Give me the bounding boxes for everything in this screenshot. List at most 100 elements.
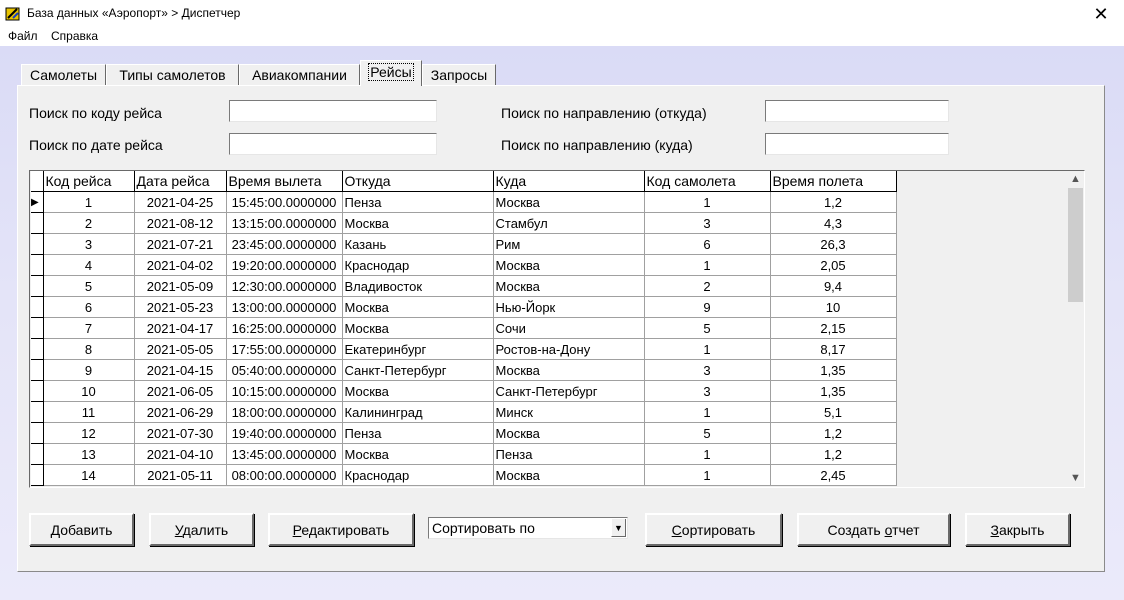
tab-aircraft[interactable]: Самолеты bbox=[21, 64, 106, 85]
table-cell[interactable]: 8,17 bbox=[770, 338, 897, 360]
search-date-input[interactable] bbox=[229, 133, 437, 155]
table-cell[interactable]: 08:00:00.0000000 bbox=[226, 464, 343, 486]
table-cell[interactable]: 10 bbox=[770, 296, 897, 318]
table-cell[interactable]: 2021-07-21 bbox=[134, 233, 227, 255]
table-cell[interactable]: 7 bbox=[43, 317, 135, 339]
table-cell[interactable]: 3 bbox=[644, 380, 771, 402]
row-selector[interactable] bbox=[31, 464, 44, 486]
table-cell[interactable]: 1 bbox=[644, 443, 771, 465]
tab-flights[interactable]: Рейсы bbox=[360, 60, 422, 86]
table-cell[interactable]: Екатеринбург bbox=[342, 338, 494, 360]
table-cell[interactable]: 2021-04-25 bbox=[134, 191, 227, 213]
table-cell[interactable]: Ростов-на-Дону bbox=[493, 338, 645, 360]
table-cell[interactable]: Казань bbox=[342, 233, 494, 255]
table-cell[interactable]: 23:45:00.0000000 bbox=[226, 233, 343, 255]
table-cell[interactable]: Краснодар bbox=[342, 254, 494, 276]
table-cell[interactable]: 05:40:00.0000000 bbox=[226, 359, 343, 381]
table-cell[interactable]: Москва bbox=[493, 359, 645, 381]
menu-file[interactable]: Файл bbox=[8, 29, 38, 43]
table-cell[interactable]: 1 bbox=[644, 464, 771, 486]
table-cell[interactable]: 4 bbox=[43, 254, 135, 276]
table-cell[interactable]: Москва bbox=[493, 275, 645, 297]
table-cell[interactable]: 1,35 bbox=[770, 380, 897, 402]
table-cell[interactable]: 2021-07-30 bbox=[134, 422, 227, 444]
table-cell[interactable]: Стамбул bbox=[493, 212, 645, 234]
table-cell[interactable]: 1,2 bbox=[770, 191, 897, 213]
table-cell[interactable]: Москва bbox=[342, 380, 494, 402]
table-cell[interactable]: 12 bbox=[43, 422, 135, 444]
table-row[interactable]: 7 2021-04-17 16:25:00.0000000 Москва Сочи 5 2,… bbox=[31, 317, 897, 339]
table-row[interactable]: 14 2021-05-11 08:00:00.0000000 Краснодар Мос… bbox=[31, 464, 897, 486]
table-cell[interactable]: 2021-05-11 bbox=[134, 464, 227, 486]
table-cell[interactable]: Краснодар bbox=[342, 464, 494, 486]
table-cell[interactable]: Нью-Йорк bbox=[493, 296, 645, 318]
search-from-input[interactable] bbox=[765, 100, 949, 122]
table-row[interactable]: 12 2021-07-30 19:40:00.0000000 Пенза Москва 5… bbox=[31, 422, 897, 444]
column-header[interactable]: Куда bbox=[493, 171, 645, 192]
row-selector[interactable] bbox=[31, 359, 44, 381]
table-cell[interactable]: Москва bbox=[342, 212, 494, 234]
table-cell[interactable]: 2021-04-10 bbox=[134, 443, 227, 465]
table-cell[interactable]: 3 bbox=[644, 212, 771, 234]
table-cell[interactable]: 2021-05-05 bbox=[134, 338, 227, 360]
add-button[interactable]: Добавить bbox=[29, 513, 134, 546]
table-cell[interactable]: 15:45:00.0000000 bbox=[226, 191, 343, 213]
table-cell[interactable]: 3 bbox=[43, 233, 135, 255]
table-cell[interactable]: 2021-06-29 bbox=[134, 401, 227, 423]
row-selector[interactable] bbox=[31, 296, 44, 318]
row-selector[interactable] bbox=[31, 443, 44, 465]
table-cell[interactable]: Москва bbox=[493, 191, 645, 213]
table-cell[interactable]: 1 bbox=[644, 401, 771, 423]
chevron-down-icon[interactable]: ▼ bbox=[611, 519, 626, 537]
table-cell[interactable]: 1 bbox=[644, 191, 771, 213]
tab-queries[interactable]: Запросы bbox=[422, 64, 496, 85]
row-selector[interactable] bbox=[31, 233, 44, 255]
row-selector[interactable] bbox=[31, 254, 44, 276]
table-cell[interactable]: 2 bbox=[43, 212, 135, 234]
table-cell[interactable]: 9 bbox=[644, 296, 771, 318]
row-selector[interactable] bbox=[31, 338, 44, 360]
close-button[interactable]: Закрыть bbox=[965, 513, 1070, 546]
column-header[interactable]: Откуда bbox=[342, 171, 494, 192]
row-selector[interactable] bbox=[31, 422, 44, 444]
table-cell[interactable]: 13 bbox=[43, 443, 135, 465]
table-cell[interactable]: 5 bbox=[644, 317, 771, 339]
table-cell[interactable]: 1,2 bbox=[770, 443, 897, 465]
table-cell[interactable]: 5 bbox=[644, 422, 771, 444]
create-report-button[interactable]: Создать отчет bbox=[797, 513, 950, 546]
column-header[interactable]: Код самолета bbox=[644, 171, 771, 192]
table-cell[interactable]: 2,45 bbox=[770, 464, 897, 486]
table-cell[interactable]: 18:00:00.0000000 bbox=[226, 401, 343, 423]
column-header[interactable]: Время полета bbox=[770, 171, 897, 192]
table-cell[interactable]: 5 bbox=[43, 275, 135, 297]
table-cell[interactable]: Москва bbox=[342, 317, 494, 339]
row-selector[interactable] bbox=[31, 212, 44, 234]
row-selector[interactable]: ▶ bbox=[31, 191, 44, 213]
column-header[interactable]: Время вылета bbox=[226, 171, 343, 192]
scroll-up-icon[interactable]: ▲ bbox=[1067, 171, 1084, 188]
table-cell[interactable]: 11 bbox=[43, 401, 135, 423]
table-cell[interactable]: 17:55:00.0000000 bbox=[226, 338, 343, 360]
table-cell[interactable]: 6 bbox=[43, 296, 135, 318]
table-cell[interactable]: 2 bbox=[644, 275, 771, 297]
table-cell[interactable]: 2,05 bbox=[770, 254, 897, 276]
scrollbar-thumb[interactable] bbox=[1068, 188, 1083, 302]
table-cell[interactable]: 10 bbox=[43, 380, 135, 402]
table-cell[interactable]: 13:15:00.0000000 bbox=[226, 212, 343, 234]
table-cell[interactable]: 2021-08-12 bbox=[134, 212, 227, 234]
table-row[interactable]: 2 2021-08-12 13:15:00.0000000 Москва Стамбул… bbox=[31, 212, 897, 234]
row-selector[interactable] bbox=[31, 380, 44, 402]
table-cell[interactable]: 2021-05-09 bbox=[134, 275, 227, 297]
table-cell[interactable]: 26,3 bbox=[770, 233, 897, 255]
sort-by-select[interactable]: Сортировать по ▼ bbox=[428, 517, 628, 539]
table-cell[interactable]: 16:25:00.0000000 bbox=[226, 317, 343, 339]
row-selector[interactable] bbox=[31, 317, 44, 339]
table-row[interactable]: 11 2021-06-29 18:00:00.0000000 Калининград М… bbox=[31, 401, 897, 423]
sort-button[interactable]: Сортировать bbox=[645, 513, 782, 546]
table-cell[interactable]: 19:40:00.0000000 bbox=[226, 422, 343, 444]
table-cell[interactable]: 19:20:00.0000000 bbox=[226, 254, 343, 276]
table-cell[interactable]: 2021-04-02 bbox=[134, 254, 227, 276]
table-cell[interactable]: 14 bbox=[43, 464, 135, 486]
table-cell[interactable]: Санкт-Петербург bbox=[493, 380, 645, 402]
table-cell[interactable]: Рим bbox=[493, 233, 645, 255]
